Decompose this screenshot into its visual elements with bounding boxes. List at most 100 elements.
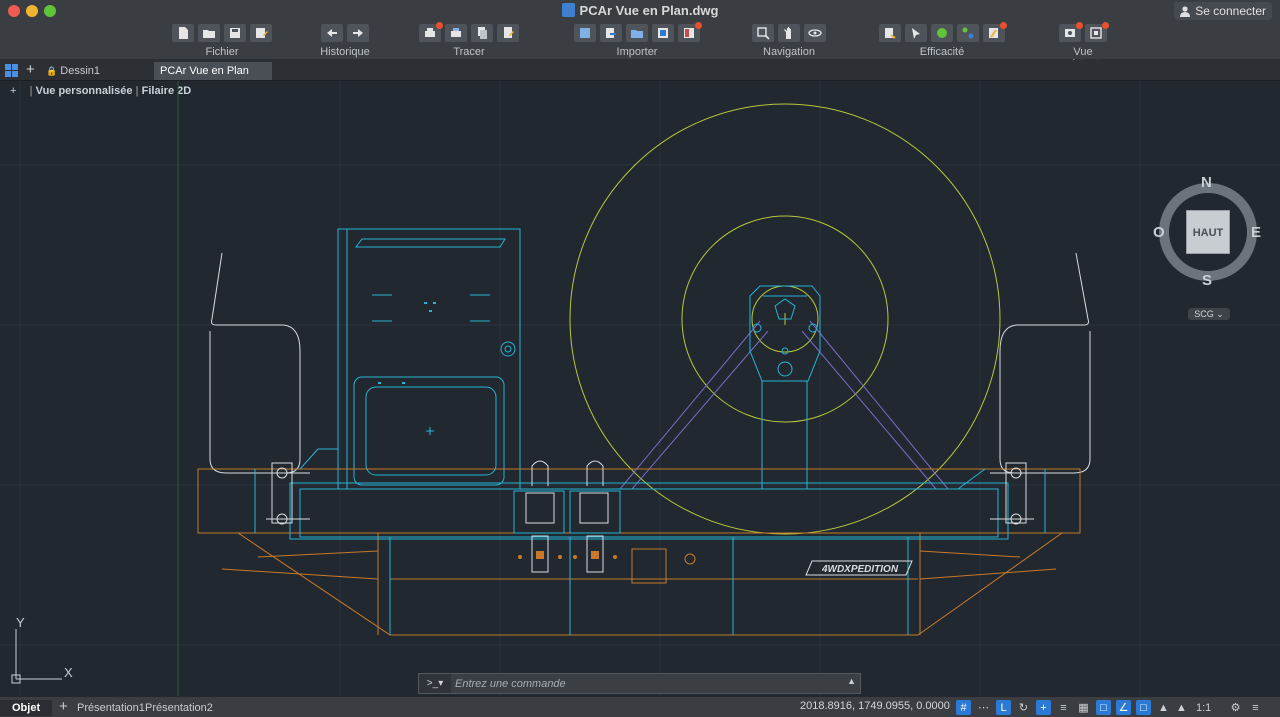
- snap-mode-icon[interactable]: ⋯: [976, 700, 991, 715]
- command-prompt-text: >_: [426, 678, 439, 689]
- select-icon[interactable]: [905, 24, 927, 42]
- dynamic-input-icon[interactable]: ∠: [1116, 700, 1131, 715]
- grid-display-icon[interactable]: #: [956, 700, 971, 715]
- open-icon[interactable]: [198, 24, 220, 42]
- save-icon[interactable]: [224, 24, 246, 42]
- workspace-icon[interactable]: ⚙: [1228, 700, 1243, 715]
- ribbon-group-navigation: Navigation: [745, 24, 833, 60]
- lock-icon: 🔒: [46, 66, 58, 76]
- ucs-y-label: Y: [16, 615, 25, 630]
- ucs-menu-label: SCG: [1194, 309, 1214, 319]
- command-input[interactable]: [455, 674, 845, 693]
- batch-plot-icon[interactable]: [445, 24, 467, 42]
- autoscale-icon[interactable]: ▲: [1174, 700, 1189, 715]
- import-icon[interactable]: [574, 24, 596, 42]
- new-tab-icon[interactable]: +: [26, 61, 35, 78]
- compass-west[interactable]: O: [1153, 224, 1165, 241]
- object-snap-tracking-icon[interactable]: +: [1036, 700, 1051, 715]
- viewcube[interactable]: HAUT N S E O: [1153, 174, 1261, 289]
- viewcube-top-face[interactable]: HAUT: [1186, 210, 1230, 254]
- named-view-icon[interactable]: [1059, 22, 1083, 42]
- ribbon-group-label: Tracer: [453, 46, 485, 58]
- chevron-down-icon: ⌄: [1216, 309, 1224, 319]
- window-title: PCAr Vue en Plan.dwg: [0, 3, 1280, 18]
- ribbon-group-efficacite: Efficacité: [870, 22, 1014, 60]
- tab-label: Dessin1: [60, 65, 101, 77]
- pan-icon[interactable]: [778, 24, 800, 42]
- drawing-canvas: 4WDXPEDITION Y X: [0, 81, 1280, 696]
- wheel-carrier-braces: [619, 320, 949, 490]
- brand-logo: 4WDXPEDITION: [805, 560, 913, 576]
- carrier-frame: [254, 448, 1046, 635]
- ribbon-group-vue-existante: Vue existante: [1050, 22, 1116, 70]
- compass-north[interactable]: N: [1201, 174, 1212, 191]
- title-bar: PCAr Vue en Plan.dwg Se connecter: [0, 0, 1280, 22]
- group-icon[interactable]: [957, 24, 979, 42]
- ribbon-group-label: Fichier: [205, 46, 239, 58]
- drawing-viewport[interactable]: + | Vue personnalisée | Filaire 2D 4WDXP…: [0, 81, 1280, 696]
- tab-pcar-vue-en-plan[interactable]: PCAr Vue en Plan: [154, 62, 272, 80]
- tab-label: PCAr Vue en Plan: [160, 65, 249, 77]
- annotation-scale[interactable]: 1:1: [1192, 700, 1215, 716]
- quick-icon[interactable]: [983, 22, 1007, 42]
- save-as-icon[interactable]: [250, 24, 272, 42]
- compass-south[interactable]: S: [1202, 272, 1212, 289]
- match-icon[interactable]: [931, 24, 953, 42]
- annotation-visibility-icon[interactable]: ▲: [1156, 700, 1171, 715]
- ribbon-group-importer: Importer: [566, 22, 708, 60]
- jerry-can-box: [337, 228, 521, 490]
- jerry-can-rivets: [378, 302, 436, 384]
- ucs-menu[interactable]: SCG ⌄: [1188, 308, 1230, 320]
- new-icon[interactable]: [172, 24, 194, 42]
- tab-grid-icon[interactable]: [5, 64, 18, 77]
- command-prompt-icon[interactable]: >_▾: [419, 674, 451, 693]
- plot-icon[interactable]: [419, 22, 443, 42]
- command-line: >_▾ ▲: [418, 673, 861, 694]
- zoom-window-icon[interactable]: [752, 24, 774, 42]
- lineweight-icon[interactable]: ≡: [1056, 700, 1071, 715]
- cursor-coordinates: 2018.8916, 1749.0955, 0.0000: [800, 700, 950, 712]
- tab-layout1[interactable]: Présentation1: [73, 700, 149, 716]
- login-label: Se connecter: [1195, 4, 1266, 18]
- viewport-icon[interactable]: [1085, 22, 1109, 42]
- status-bar: Objet + Présentation1 Présentation2 2018…: [0, 696, 1280, 717]
- command-history-icon[interactable]: ▲: [847, 676, 856, 686]
- customize-icon[interactable]: ≡: [1248, 700, 1263, 715]
- attach-icon[interactable]: [600, 24, 622, 42]
- layer-icon[interactable]: [879, 24, 901, 42]
- ribbon-group-label: Historique: [320, 46, 370, 58]
- ribbon-group-label: Navigation: [763, 46, 815, 58]
- latch-plates: [513, 490, 621, 534]
- pdf-import-icon[interactable]: [626, 24, 648, 42]
- tab-layout2[interactable]: Présentation2: [141, 700, 217, 716]
- tab-dessin1[interactable]: 🔒 Dessin1: [40, 62, 106, 80]
- compass-east[interactable]: E: [1251, 224, 1261, 241]
- orbit-icon[interactable]: [804, 24, 826, 42]
- grid: [0, 81, 1280, 696]
- xref-icon[interactable]: [652, 24, 674, 42]
- file-tabs: + 🔒 Dessin1 PCAr Vue en Plan: [0, 60, 1280, 81]
- ribbon-toolbar: Fichier Historique Tracer Importer Navig…: [0, 22, 1280, 70]
- ucs-x-label: X: [64, 665, 73, 680]
- tail-lights: [209, 252, 1091, 474]
- transparency-icon[interactable]: ▦: [1076, 700, 1091, 715]
- isolate-objects-icon[interactable]: □: [1136, 700, 1151, 715]
- polar-tracking-icon[interactable]: ↻: [1016, 700, 1031, 715]
- add-layout-icon[interactable]: +: [59, 698, 68, 715]
- ortho-icon[interactable]: L: [996, 700, 1011, 715]
- bumper-hinges: [266, 462, 1034, 525]
- ribbon-group-label: Efficacité: [919, 46, 965, 58]
- image-icon[interactable]: [678, 22, 702, 42]
- user-icon: [1180, 5, 1191, 17]
- undo-icon[interactable]: [321, 24, 343, 42]
- window-title-text: PCAr Vue en Plan.dwg: [579, 3, 719, 18]
- publish-icon[interactable]: [497, 24, 519, 42]
- dwg-file-icon: [561, 3, 575, 17]
- page-setup-icon[interactable]: [471, 24, 493, 42]
- ribbon-group-label: Importer: [616, 46, 658, 58]
- selection-cycling-icon[interactable]: □: [1096, 700, 1111, 715]
- tab-model[interactable]: Objet: [0, 700, 53, 716]
- login-button[interactable]: Se connecter: [1174, 2, 1272, 20]
- redo-icon[interactable]: [347, 24, 369, 42]
- rear-bumper: [197, 468, 1081, 636]
